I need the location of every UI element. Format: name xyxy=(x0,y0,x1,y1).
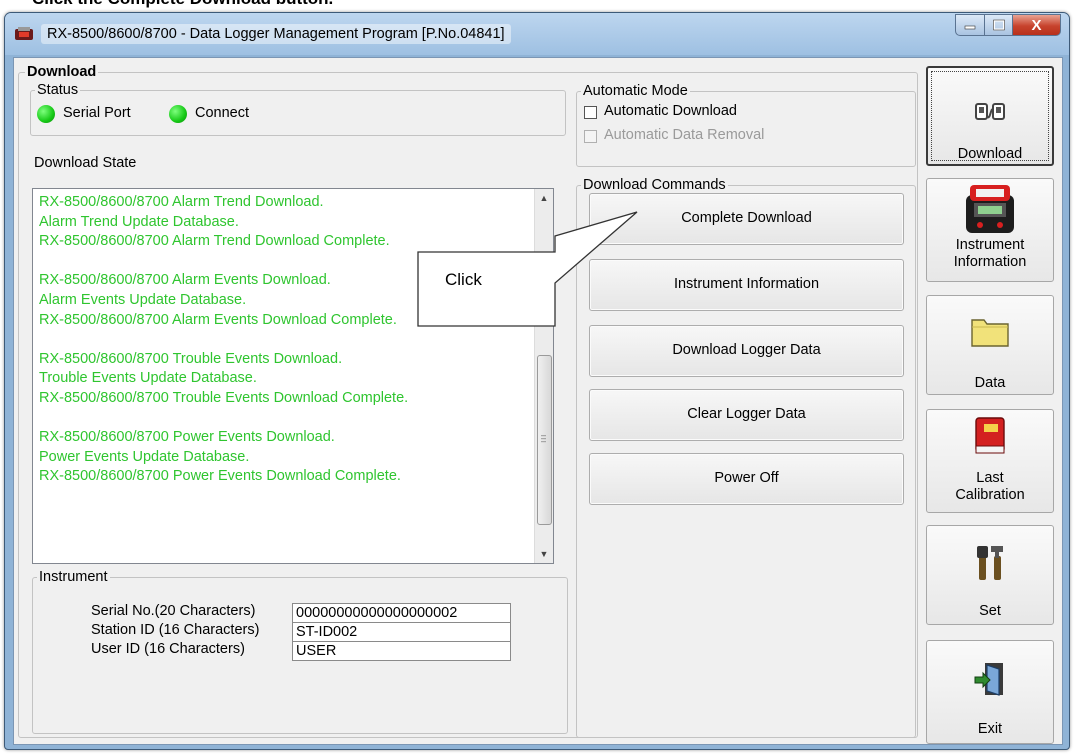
station-id-field[interactable]: ST-ID002 xyxy=(292,622,511,642)
client-area: Download Status Serial Port Connect Down… xyxy=(13,57,1063,745)
download-group-label: Download xyxy=(25,64,99,80)
log-line: RX-8500/8600/8700 Alarm Events Download. xyxy=(39,272,331,289)
scroll-down-icon[interactable]: ▼ xyxy=(535,545,553,563)
close-icon: X xyxy=(1031,16,1042,34)
title-bar[interactable]: RX-8500/8600/8700 - Data Logger Manageme… xyxy=(5,13,1069,55)
window-title: RX-8500/8600/8700 - Data Logger Manageme… xyxy=(41,24,511,44)
nav-instrument-information-button[interactable]: Instrument Information xyxy=(926,178,1054,282)
power-off-button[interactable]: Power Off xyxy=(589,453,904,505)
instrument-label: Instrument xyxy=(37,569,110,585)
scroll-thumb[interactable]: – – – xyxy=(537,355,552,525)
app-window: RX-8500/8600/8700 - Data Logger Manageme… xyxy=(4,12,1070,750)
automatic-download-checkbox[interactable] xyxy=(584,106,597,119)
grip-icon: – – – xyxy=(541,430,547,446)
automatic-download-label[interactable]: Automatic Download xyxy=(604,103,737,119)
status-group: Status Serial Port Connect xyxy=(30,82,566,136)
nav-exit-label: Exit xyxy=(977,721,1003,737)
folder-icon xyxy=(970,314,1010,352)
page-caption: Click the Complete Download button. xyxy=(32,0,333,9)
station-id-label: Station ID (16 Characters) xyxy=(91,622,260,638)
nav-download-button[interactable]: Download xyxy=(926,66,1054,166)
nav-data-button[interactable]: Data xyxy=(926,295,1054,395)
download-state-label: Download State xyxy=(34,155,137,171)
log-line: RX-8500/8600/8700 Power Events Download. xyxy=(39,429,335,446)
log-line: RX-8500/8600/8700 Alarm Trend Download. xyxy=(39,194,324,210)
exit-door-icon xyxy=(973,661,1007,701)
log-line: RX-8500/8600/8700 Trouble Events Downloa… xyxy=(39,350,343,367)
download-logger-data-button[interactable]: Download Logger Data xyxy=(589,325,904,377)
download-state-log[interactable]: RX-8500/8600/8700 Alarm Trend Download. A… xyxy=(32,188,554,564)
log-line: Alarm Events Update Database. xyxy=(39,291,247,308)
nav-last-calibration-button[interactable]: Last Calibration xyxy=(926,409,1054,513)
status-label: Status xyxy=(35,82,81,98)
automatic-mode-group: Automatic Mode Automatic Download Automa… xyxy=(576,83,916,167)
nav-download-label: Download xyxy=(957,146,1023,162)
log-line: Power Events Update Database. xyxy=(39,448,250,465)
connect-label: Connect xyxy=(195,105,250,121)
minimize-button[interactable] xyxy=(955,14,985,36)
window-controls: X xyxy=(955,14,1061,38)
callout-text: Click xyxy=(445,270,482,289)
calibration-book-icon xyxy=(972,416,1008,460)
log-scrollbar[interactable]: ▲ – – – ▼ xyxy=(534,189,553,563)
log-line: RX-8500/8600/8700 Alarm Trend Download C… xyxy=(39,233,390,250)
close-button[interactable]: X xyxy=(1013,14,1061,36)
log-line: RX-8500/8600/8700 Alarm Events Download … xyxy=(39,311,397,328)
scroll-up-icon[interactable]: ▲ xyxy=(535,189,553,207)
complete-download-button[interactable]: Complete Download xyxy=(589,193,904,245)
log-line: Trouble Events Update Database. xyxy=(39,370,257,387)
maximize-icon xyxy=(992,19,1005,31)
log-lines: RX-8500/8600/8700 Alarm Trend Download. A… xyxy=(39,193,408,487)
serial-port-label: Serial Port xyxy=(63,105,131,121)
automatic-data-removal-label[interactable]: Automatic Data Removal xyxy=(604,127,764,143)
serial-number-label: Serial No.(20 Characters) xyxy=(91,603,256,619)
nav-instrument-information-label: Instrument Information xyxy=(953,237,1027,270)
tools-icon xyxy=(973,542,1007,586)
clear-logger-data-button[interactable]: Clear Logger Data xyxy=(589,389,904,441)
nav-set-label: Set xyxy=(979,603,1001,619)
download-icon xyxy=(974,98,1006,130)
nav-exit-button[interactable]: Exit xyxy=(926,640,1054,744)
nav-last-calibration-label: Last Calibration xyxy=(955,470,1025,503)
log-line: RX-8500/8600/8700 Power Events Download … xyxy=(39,468,401,485)
connect-indicator-icon xyxy=(169,105,187,123)
serial-port-indicator-icon xyxy=(37,105,55,123)
nav-data-label: Data xyxy=(974,375,1006,391)
app-icon xyxy=(15,27,33,41)
minimize-icon xyxy=(964,25,976,30)
automatic-mode-label: Automatic Mode xyxy=(581,83,690,99)
user-id-label: User ID (16 Characters) xyxy=(91,641,245,657)
user-id-field[interactable]: USER xyxy=(292,641,511,661)
maximize-button[interactable] xyxy=(985,14,1013,36)
download-commands-label: Download Commands xyxy=(581,177,728,193)
instrument-icon xyxy=(960,181,1020,239)
nav-set-button[interactable]: Set xyxy=(926,525,1054,625)
automatic-data-removal-checkbox[interactable] xyxy=(584,130,597,143)
log-line: RX-8500/8600/8700 Trouble Events Downloa… xyxy=(39,389,409,406)
instrument-information-button[interactable]: Instrument Information xyxy=(589,259,904,311)
serial-number-field[interactable]: 00000000000000000002 xyxy=(292,603,511,623)
log-line: Alarm Trend Update Database. xyxy=(39,213,239,230)
